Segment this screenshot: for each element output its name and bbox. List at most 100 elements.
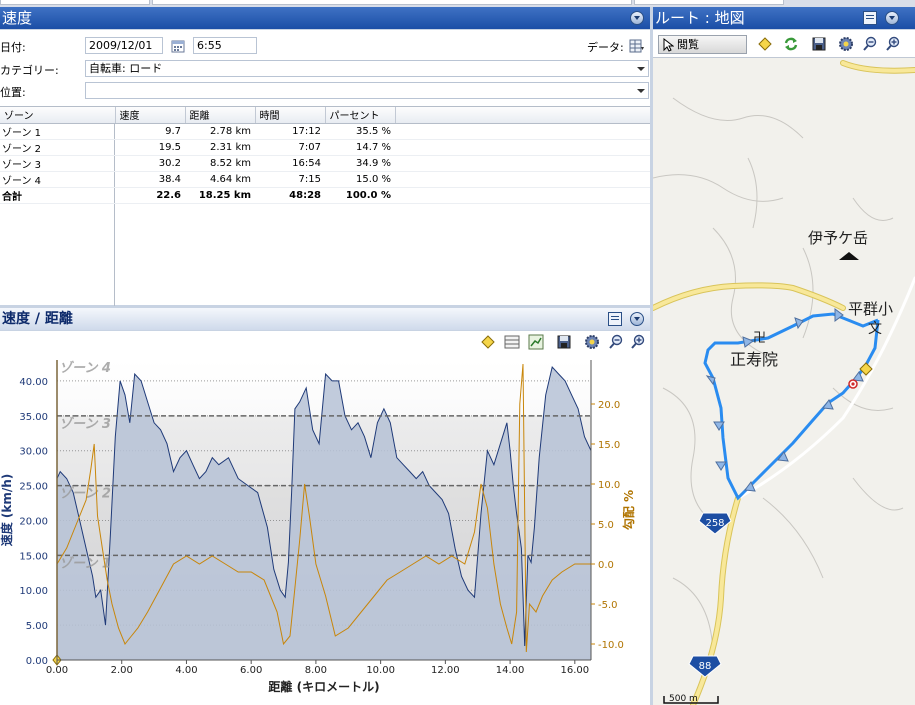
- y-tick-label-left: 15.00: [19, 551, 48, 562]
- total-distance: 18.25 km: [185, 186, 255, 204]
- browse-button[interactable]: 閲覧: [658, 35, 747, 54]
- gear-icon[interactable]: [838, 36, 854, 52]
- column-header-zone[interactable]: ゾーン: [0, 107, 116, 124]
- x-tick-label: 2.00: [111, 665, 133, 676]
- data-label: データ:: [587, 41, 624, 54]
- y-tick-label-right: -5.0: [598, 600, 618, 611]
- route-direction-arrows: [705, 308, 864, 492]
- empty-cell: [395, 186, 650, 204]
- total-time: 48:28: [255, 186, 325, 204]
- road-shield-258: 258: [698, 512, 732, 535]
- zone-name: ゾーン 4: [0, 171, 115, 188]
- speed-panel-body: 日付: 2009/12/01 6:55 データ: カテゴリー: 自転車: ロード…: [0, 30, 650, 306]
- column-header-distance[interactable]: 距離: [185, 107, 256, 124]
- table-row[interactable]: ゾーン 1 9.7 2.78 km 17:12 35.5 %: [0, 123, 650, 140]
- table-row[interactable]: ゾーン 4 38.4 4.64 km 7:15 15.0 %: [0, 171, 650, 188]
- table-row[interactable]: ゾーン 2 19.5 2.31 km 7:07 14.7 %: [0, 139, 650, 156]
- panel-layout-button[interactable]: [863, 11, 877, 25]
- y-tick-label-left: 35.00: [19, 412, 48, 423]
- x-tick-label: 0.00: [46, 665, 68, 676]
- empty-cell: [395, 155, 650, 172]
- empty-cell: [395, 139, 650, 156]
- temple-label: 正寿院: [730, 350, 778, 369]
- y-tick-label-right: 20.0: [598, 400, 620, 411]
- school-label: 平群小: [848, 300, 893, 318]
- total-row[interactable]: 合計 22.6 18.25 km 48:28 100.0 %: [0, 186, 650, 204]
- zone-distance: 4.64 km: [185, 171, 255, 188]
- location-select[interactable]: [85, 82, 649, 99]
- y-tick-label-left: 10.00: [19, 586, 48, 597]
- y-tick-label-left: 40.00: [19, 377, 48, 388]
- column-header-filler: [395, 107, 650, 124]
- zone-label: ゾーン 3: [59, 416, 111, 432]
- date-input[interactable]: 2009/12/01: [85, 37, 163, 54]
- map-panel-titlebar: ルート : 地図: [653, 7, 915, 29]
- road-number-258: 258: [705, 518, 724, 529]
- x-tick-label: 6.00: [240, 665, 262, 676]
- speed-panel-title: 速度: [2, 9, 33, 27]
- zone-speed: 30.2: [115, 155, 185, 172]
- zone-distance: 2.31 km: [185, 139, 255, 156]
- time-input[interactable]: 6:55: [193, 37, 257, 54]
- zone-label: ゾーン 1: [59, 555, 111, 571]
- calendar-icon[interactable]: [170, 38, 186, 54]
- scale-label: 500 m: [669, 694, 698, 704]
- map-toolbar: 閲覧: [653, 30, 915, 58]
- total-speed: 22.6: [115, 186, 185, 204]
- zoom-out-icon[interactable]: [862, 36, 878, 52]
- data-table-icon[interactable]: [628, 38, 644, 54]
- top-toolbar-strip: [0, 0, 915, 7]
- roads: [653, 60, 915, 705]
- panel-layout-button[interactable]: [608, 312, 622, 326]
- category-select[interactable]: 自転車: ロード: [85, 60, 649, 77]
- location-row: 位置:: [0, 81, 650, 101]
- zone-percent: 35.5 %: [325, 123, 395, 140]
- zone-name: ゾーン 3: [0, 155, 115, 172]
- zoom-in-icon[interactable]: [885, 36, 901, 52]
- x-axis-label: 距離 (キロメートル): [268, 679, 379, 694]
- toolbar-segment: [634, 0, 784, 5]
- x-tick-label: 4.00: [175, 665, 197, 676]
- panel-menu-button[interactable]: [630, 312, 644, 326]
- zone-speed: 19.5: [115, 139, 185, 156]
- zone-time: 17:12: [255, 123, 325, 140]
- column-header-percent[interactable]: パーセント: [325, 107, 396, 124]
- zone-label: ゾーン 4: [59, 360, 111, 376]
- x-tick-label: 16.00: [560, 665, 589, 676]
- zone-percent: 15.0 %: [325, 171, 395, 188]
- diamond-marker-icon[interactable]: [757, 36, 773, 52]
- column-header-time[interactable]: 時間: [255, 107, 326, 124]
- chart-panel-body: ゾーン 1 ゾーン 2 ゾーン 3 ゾーン 4 0.00 2.00 4.00 6.00 8.0…: [0, 331, 650, 705]
- total-name: 合計: [0, 186, 115, 204]
- panel-menu-button[interactable]: [630, 11, 644, 25]
- panel-menu-button[interactable]: [885, 11, 899, 25]
- y-tick-label-right: 0.0: [598, 560, 614, 571]
- y-tick-label-left: 30.00: [19, 447, 48, 458]
- zone-time: 7:15: [255, 171, 325, 188]
- zone-percent: 34.9 %: [325, 155, 395, 172]
- map-panel-body: 閲覧 伊予ケ岳 平群小 文 卍 正寿院 258 88 500 m: [653, 30, 915, 705]
- speed-distance-chart[interactable]: ゾーン 1 ゾーン 2 ゾーン 3 ゾーン 4 0.00 2.00 4.00 6.00 8.0…: [0, 331, 650, 705]
- zone-speed: 38.4: [115, 171, 185, 188]
- column-header-speed[interactable]: 速度: [115, 107, 186, 124]
- table-row[interactable]: ゾーン 3 30.2 8.52 km 16:54 34.9 %: [0, 155, 650, 172]
- y-tick-label-left: 5.00: [26, 621, 48, 632]
- y-axis-label-left: 速度 (km/h): [0, 474, 14, 547]
- category-label: カテゴリー:: [0, 64, 59, 77]
- cursor-icon: [663, 38, 674, 52]
- refresh-icon[interactable]: [783, 36, 799, 52]
- zone-distance: 2.78 km: [185, 123, 255, 140]
- route-map[interactable]: 伊予ケ岳 平群小 文 卍 正寿院 258 88 500 m: [653, 58, 915, 705]
- y-tick-label-right: 15.0: [598, 440, 620, 451]
- save-icon[interactable]: [811, 36, 827, 52]
- zone-name: ゾーン 2: [0, 139, 115, 156]
- y-axis-label-right: 勾配 %: [621, 490, 636, 530]
- y-tick-label-right: -10.0: [598, 640, 624, 651]
- x-tick-label: 8.00: [305, 665, 327, 676]
- zone-speed: 9.7: [115, 123, 185, 140]
- mountain-peak-icon: [839, 252, 859, 260]
- toolbar-segment: [152, 0, 632, 5]
- total-percent: 100.0 %: [325, 186, 395, 204]
- y-tick-label-left: 20.00: [19, 516, 48, 527]
- road-number-88: 88: [699, 661, 712, 672]
